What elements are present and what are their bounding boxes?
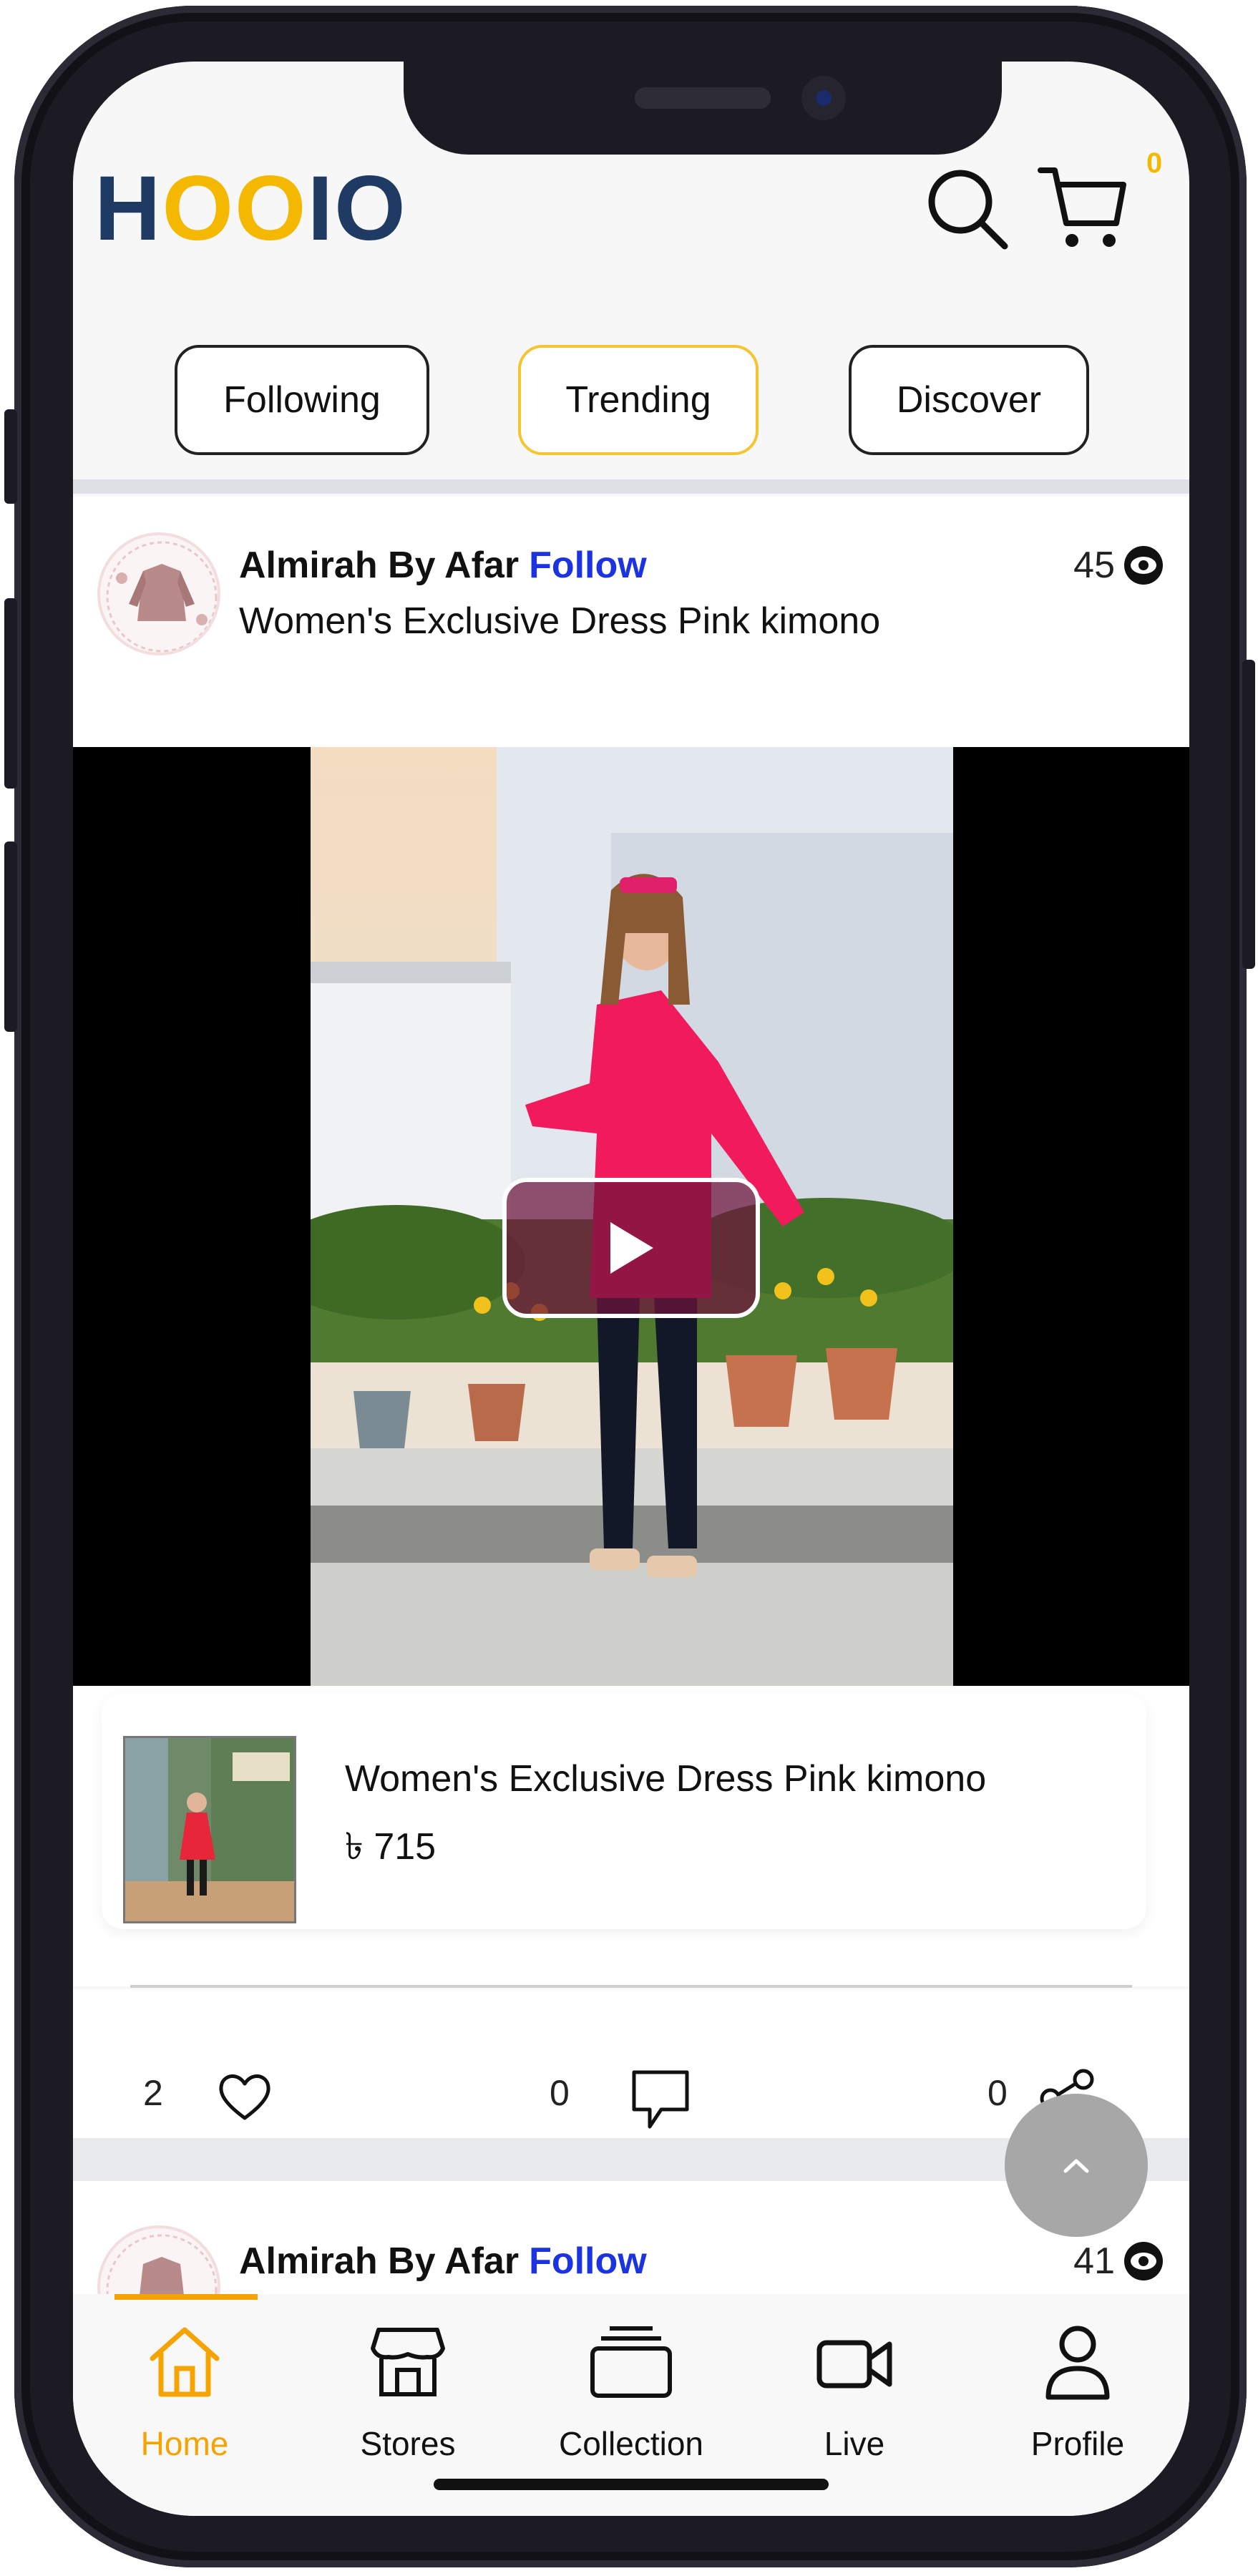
view-count: 41 (1073, 2240, 1165, 2283)
nav-collection[interactable]: Collection (520, 2308, 743, 2480)
nav-home[interactable]: Home (73, 2308, 296, 2480)
play-icon (610, 1222, 653, 1274)
logo-letter-h: H (94, 157, 162, 260)
follow-button[interactable]: Follow (529, 2240, 647, 2282)
store-icon (371, 2328, 445, 2396)
home-icon (150, 2327, 220, 2397)
eye-icon (1124, 546, 1163, 585)
nav-profile[interactable]: Profile (966, 2308, 1189, 2480)
logo-letter-o1: O (162, 157, 235, 260)
logo-letters-io: IO (307, 157, 407, 260)
follow-button[interactable]: Follow (529, 545, 647, 586)
nav-profile-label: Profile (1030, 2425, 1125, 2462)
nav-stores[interactable]: Stores (296, 2308, 520, 2480)
eye-icon (1124, 2242, 1163, 2280)
feed-divider (73, 479, 1189, 494)
like-count: 2 (143, 2073, 163, 2113)
avatar[interactable] (97, 532, 220, 655)
video-player[interactable] (73, 747, 1189, 1686)
nav-live-label: Live (824, 2425, 885, 2462)
nav-live[interactable]: Live (743, 2308, 966, 2480)
speaker (635, 87, 771, 109)
tab-following[interactable]: Following (175, 345, 429, 455)
heart-icon[interactable] (216, 2068, 273, 2125)
post-caption: Women's Exclusive Dress Pink kimono (239, 600, 881, 642)
nav-home-label: Home (140, 2425, 229, 2462)
silent-switch (4, 409, 17, 504)
notch (404, 62, 1002, 155)
divider-line (130, 1985, 1132, 1988)
post-author[interactable]: Almirah By Afar Follow (239, 2240, 647, 2283)
scroll-to-top-button[interactable] (1005, 2094, 1148, 2237)
app-screen: H O O IO 0 Following Trending Discover A… (73, 62, 1189, 2516)
play-button[interactable] (502, 1178, 760, 1318)
share-count: 0 (988, 2073, 1008, 2113)
active-tab-indicator (114, 2294, 258, 2300)
chevron-up-icon (1063, 2159, 1089, 2173)
post-author[interactable]: Almirah By Afar Follow (239, 544, 647, 587)
view-count: 45 (1073, 544, 1165, 587)
nav-collection-label: Collection (559, 2425, 703, 2462)
comment-icon[interactable] (628, 2067, 693, 2131)
logo-letter-o2: O (235, 157, 308, 260)
product-card[interactable]: Women's Exclusive Dress Pink kimono ৳ 71… (102, 1693, 1146, 1929)
author-name[interactable]: Almirah By Afar (239, 2240, 519, 2282)
video-camera-icon (816, 2340, 892, 2389)
tab-trending[interactable]: Trending (518, 345, 759, 455)
product-title[interactable]: Women's Exclusive Dress Pink kimono (345, 1757, 986, 1800)
collection-icon (590, 2326, 672, 2398)
view-count-value: 45 (1073, 545, 1115, 586)
power-button (1242, 660, 1255, 969)
product-section: Women's Exclusive Dress Pink kimono ৳ 71… (73, 1686, 1189, 1986)
volume-down-button (4, 841, 17, 1032)
comment-count: 0 (550, 2073, 570, 2113)
nav-stores-label: Stores (360, 2425, 456, 2462)
volume-up-button (4, 598, 17, 789)
app-logo[interactable]: H O O IO (94, 157, 407, 260)
author-name[interactable]: Almirah By Afar (239, 545, 519, 586)
cart-count-badge: 0 (1146, 147, 1163, 179)
product-price: ৳ 715 (345, 1826, 437, 1868)
person-icon (1045, 2326, 1110, 2400)
home-indicator[interactable] (434, 2479, 829, 2490)
tab-discover[interactable]: Discover (849, 345, 1089, 455)
front-camera (801, 76, 846, 120)
search-icon[interactable] (925, 166, 1010, 252)
post-actions: 2 0 0 (73, 1989, 1189, 2138)
cart-icon[interactable] (1036, 160, 1129, 253)
view-count-value: 41 (1073, 2240, 1115, 2282)
product-thumbnail[interactable] (123, 1736, 296, 1923)
